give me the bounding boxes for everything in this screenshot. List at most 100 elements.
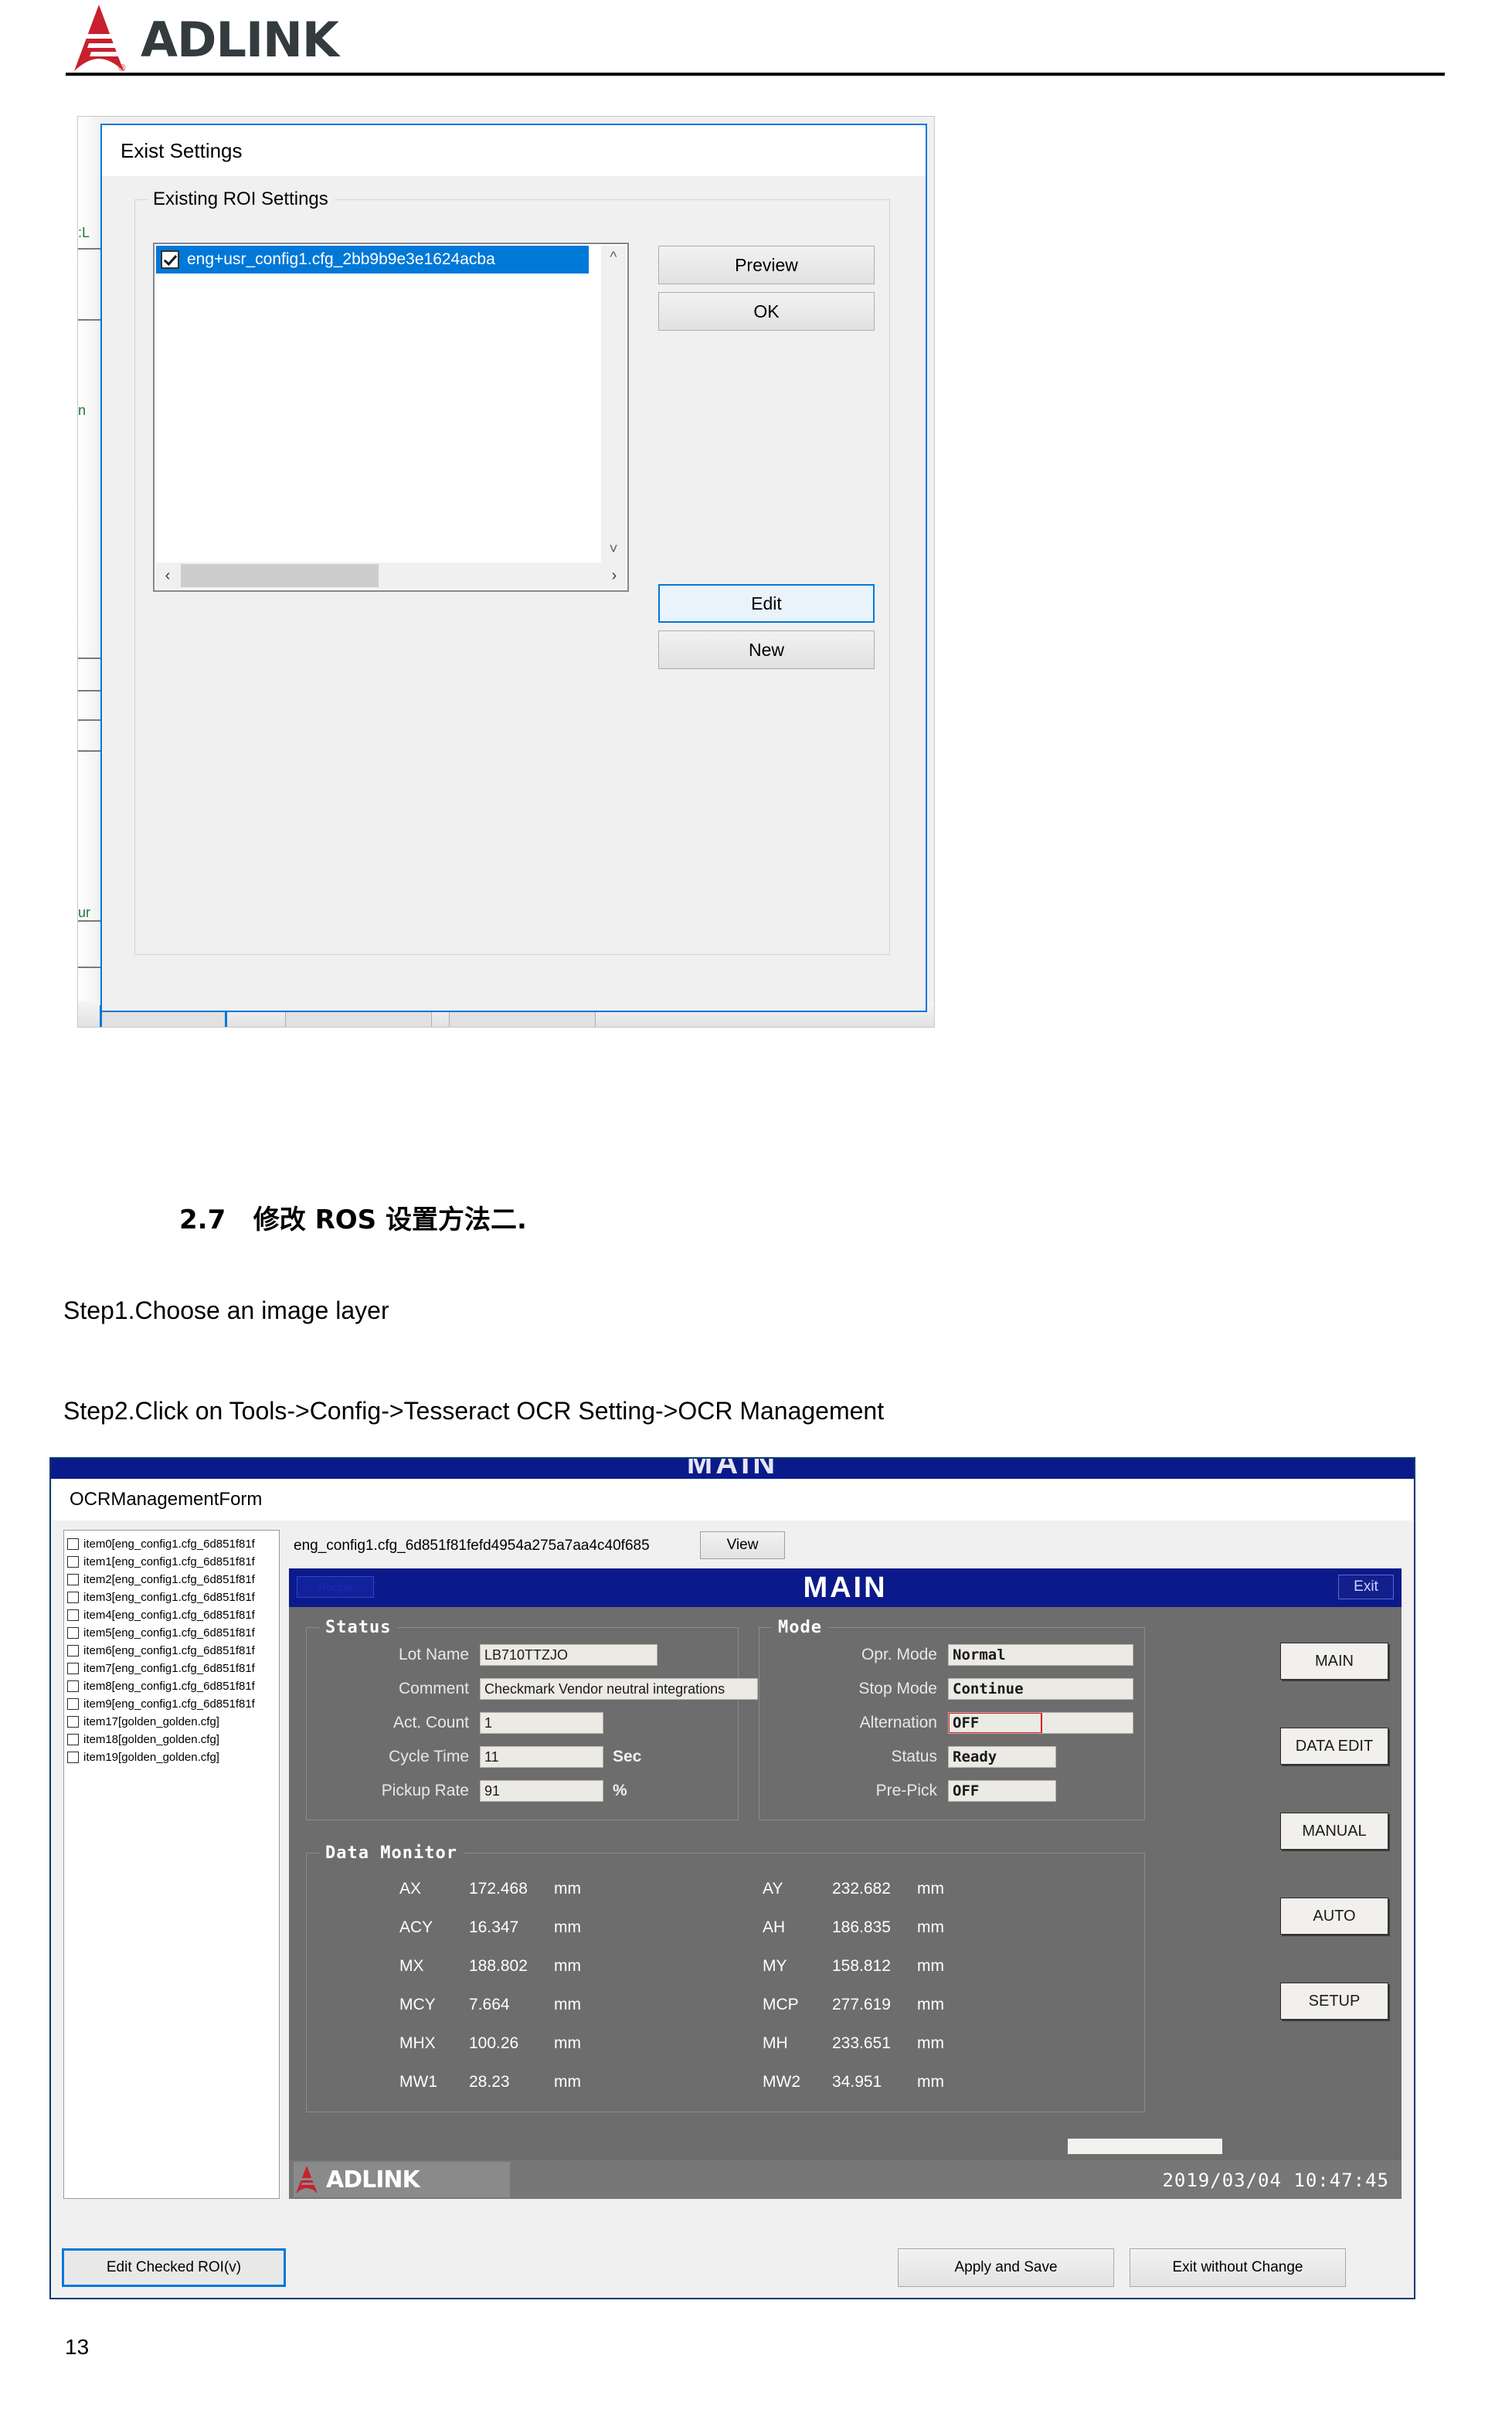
list-item[interactable]: item19[golden_golden.cfg]	[67, 1748, 279, 1766]
data-value: 100.26	[469, 2034, 519, 2052]
alternation-field[interactable]: OFF	[948, 1712, 1133, 1734]
ocr-form-action-bar: Edit Checked ROI(v) Apply and Save Exit …	[53, 2239, 1412, 2296]
list-item[interactable]: item17[golden_golden.cfg]	[67, 1713, 279, 1731]
scroll-up-icon[interactable]: ^	[601, 246, 626, 270]
pickup-rate-label: Pickup Rate	[381, 1782, 469, 1799]
pre-pick-field[interactable]: OFF	[948, 1780, 1056, 1802]
data-row: AY 232.682 mm	[763, 1880, 963, 1898]
nav-manual-button[interactable]: MANUAL	[1280, 1813, 1388, 1850]
view-button[interactable]: View	[700, 1531, 785, 1559]
checkbox-icon[interactable]	[67, 1609, 79, 1621]
list-item[interactable]: item7[eng_config1.cfg_6d851f81f	[67, 1660, 279, 1677]
list-item[interactable]: item1[eng_config1.cfg_6d851f81f	[67, 1553, 279, 1571]
nav-data-edit-button[interactable]: DATA EDIT	[1280, 1728, 1388, 1765]
list-item-label: item9[eng_config1.cfg_6d851f81f	[83, 1697, 255, 1711]
act-count-label: Act. Count	[392, 1714, 469, 1731]
checkbox-icon[interactable]	[67, 1556, 79, 1568]
scrollbar-thumb[interactable]	[181, 564, 379, 587]
hmi-footer-brand: ADLINK	[326, 2166, 420, 2193]
stop-mode-field[interactable]: Continue	[948, 1678, 1133, 1700]
ok-button[interactable]: OK	[658, 292, 875, 331]
dialog-title-bar: Exist Settings	[102, 125, 926, 176]
apply-and-save-button[interactable]: Apply and Save	[898, 2248, 1114, 2287]
background-text-fragment: n	[78, 403, 87, 418]
background-left-panel	[78, 117, 103, 1027]
list-item[interactable]: item5[eng_config1.cfg_6d851f81f	[67, 1624, 279, 1642]
scroll-left-icon[interactable]: ‹	[156, 562, 179, 589]
comment-field[interactable]: Checkmark Vendor neutral integrations	[480, 1678, 758, 1700]
list-item[interactable]: item2[eng_config1.cfg_6d851f81f	[67, 1571, 279, 1589]
checkbox-icon[interactable]	[67, 1698, 79, 1710]
roi-checklist[interactable]: item0[eng_config1.cfg_6d851f81f item1[en…	[63, 1530, 280, 2199]
list-item-label: item2[eng_config1.cfg_6d851f81f	[83, 1573, 255, 1586]
scroll-right-icon[interactable]: ›	[603, 562, 626, 589]
list-item-label: item1[eng_config1.cfg_6d851f81f	[83, 1555, 255, 1568]
data-unit: mm	[917, 1880, 944, 1898]
scroll-down-icon[interactable]: ˅	[601, 538, 626, 562]
adlink-wordmark: ADLINK	[141, 12, 339, 68]
data-row: MH 233.651 mm	[763, 2034, 963, 2053]
checkbox-icon[interactable]	[67, 1716, 79, 1728]
list-item[interactable]: eng+usr_config1.cfg_2bb9b9e3e1624acba	[156, 246, 589, 274]
data-key: MX	[399, 1957, 424, 1975]
act-count-field[interactable]: 1	[480, 1712, 603, 1734]
data-row: MX 188.802 mm	[399, 1957, 600, 1976]
checkbox-icon[interactable]	[67, 1627, 79, 1639]
cycle-time-field[interactable]: 11	[480, 1746, 603, 1768]
checkbox-icon[interactable]	[67, 1680, 79, 1692]
nav-auto-button[interactable]: AUTO	[1280, 1898, 1388, 1935]
alternation-label: Alternation	[859, 1714, 937, 1731]
data-value: 28.23	[469, 2073, 510, 2091]
list-item-label: eng+usr_config1.cfg_2bb9b9e3e1624acba	[187, 250, 495, 268]
preview-button[interactable]: Preview	[658, 246, 875, 284]
data-value: 186.835	[832, 1918, 891, 1936]
hmi-footer-logo: ADLINK	[294, 2162, 510, 2197]
stop-mode-row: Stop Mode Continue	[759, 1677, 1133, 1701]
pickup-rate-field[interactable]: 91	[480, 1780, 603, 1802]
checkbox-checked-icon[interactable]	[161, 250, 179, 269]
mode-panel-title: Mode	[772, 1618, 828, 1637]
hmi-exit-button[interactable]: Exit	[1338, 1575, 1394, 1599]
list-item[interactable]: item18[golden_golden.cfg]	[67, 1731, 279, 1748]
edit-checked-roi-button[interactable]: Edit Checked ROI(v)	[62, 2248, 286, 2287]
exist-settings-screenshot: :L n ur Exist Settings Existing ROI Sett…	[77, 116, 935, 1028]
checkbox-icon[interactable]	[67, 1734, 79, 1745]
list-item[interactable]: item3[eng_config1.cfg_6d851f81f	[67, 1589, 279, 1606]
background-divider	[78, 248, 103, 250]
checkbox-icon[interactable]	[67, 1645, 79, 1657]
opr-mode-field[interactable]: Normal	[948, 1644, 1133, 1666]
status-panel: Status Lot Name LB710TTZJO Comment Check…	[306, 1618, 758, 1820]
lot-name-field[interactable]: LB710TTZJO	[480, 1644, 657, 1666]
edit-button[interactable]: Edit	[658, 584, 875, 623]
checkbox-icon[interactable]	[67, 1538, 79, 1550]
data-value: 16.347	[469, 1918, 519, 1936]
list-item[interactable]: item6[eng_config1.cfg_6d851f81f	[67, 1642, 279, 1660]
data-row: AX 172.468 mm	[399, 1880, 600, 1898]
vertical-scrollbar[interactable]: ^ ˅	[601, 246, 626, 562]
checkbox-icon[interactable]	[67, 1574, 79, 1585]
checkbox-icon[interactable]	[67, 1752, 79, 1763]
checkbox-icon[interactable]	[67, 1663, 79, 1674]
nav-setup-button[interactable]: SETUP	[1280, 1983, 1388, 2020]
mode-status-field[interactable]: Ready	[948, 1746, 1056, 1768]
checkbox-icon[interactable]	[67, 1592, 79, 1603]
nav-main-button[interactable]: MAIN	[1280, 1643, 1388, 1680]
document-header: ® ADLINK	[0, 0, 1512, 87]
pre-pick-label: Pre-Pick	[875, 1782, 937, 1799]
new-button[interactable]: New	[658, 630, 875, 669]
data-key: MHX	[399, 2034, 436, 2052]
comment-row: Comment Checkmark Vendor neutral integra…	[307, 1677, 758, 1701]
data-monitor-panel: Data Monitor AX 172.468 mm ACY 16.347 mm MX 1…	[306, 1843, 1145, 2112]
step1-paragraph: Step1.Choose an image layer	[63, 1296, 389, 1324]
roi-settings-listbox[interactable]: eng+usr_config1.cfg_2bb9b9e3e1624acba ^ …	[153, 243, 629, 592]
list-item[interactable]: item9[eng_config1.cfg_6d851f81f	[67, 1695, 279, 1713]
hmi-header: Recipe MAIN Exit	[289, 1568, 1402, 1607]
list-item[interactable]: item8[eng_config1.cfg_6d851f81f	[67, 1677, 279, 1695]
list-item[interactable]: item4[eng_config1.cfg_6d851f81f	[67, 1606, 279, 1624]
data-key: MW2	[763, 2073, 800, 2091]
step2-paragraph: Step2.Click on Tools->Config->Tesseract …	[63, 1397, 885, 1425]
list-item[interactable]: item0[eng_config1.cfg_6d851f81f	[67, 1535, 279, 1553]
exit-without-change-button[interactable]: Exit without Change	[1130, 2248, 1346, 2287]
data-key: AY	[763, 1880, 783, 1898]
horizontal-scrollbar[interactable]: ‹ ›	[156, 562, 626, 589]
